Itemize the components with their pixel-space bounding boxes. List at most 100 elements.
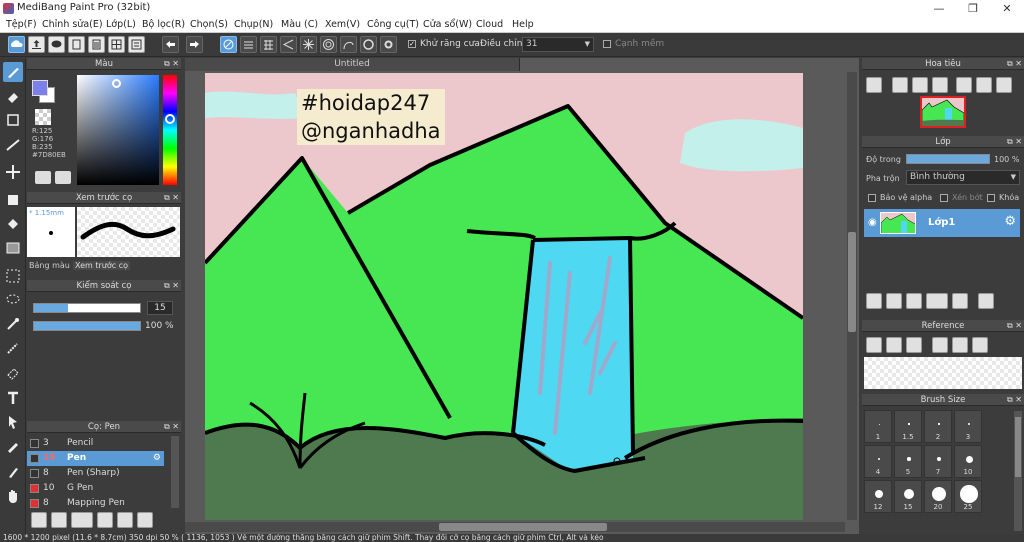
horizontal-scrollbar[interactable] — [185, 522, 845, 532]
panel-close-icon[interactable]: ⧉ ✕ — [164, 421, 179, 433]
circle-snap-icon[interactable] — [360, 36, 377, 53]
new-brush-icon[interactable] — [51, 512, 67, 528]
drawing-canvas[interactable]: #hoidap247 @nganhadha — [205, 73, 803, 520]
close-icon[interactable]: ✕ — [990, 0, 1024, 17]
tab-color-bar[interactable]: Bảng màu — [29, 261, 70, 270]
upload-icon[interactable] — [28, 36, 45, 53]
menu-tools[interactable]: Công cụ(T) — [367, 19, 419, 30]
document-tab[interactable]: Untitled — [185, 58, 520, 71]
menu-filter[interactable]: Bộ lọc(R) — [142, 19, 185, 30]
brush-size-option[interactable]: 20 — [924, 480, 952, 513]
minimize-icon[interactable]: — — [922, 0, 956, 17]
text-tool-icon[interactable] — [3, 388, 23, 408]
menu-edit[interactable]: Chỉnh sửa(E) — [42, 19, 103, 30]
menu-layer[interactable]: Lớp(L) — [106, 19, 136, 30]
folder-icon[interactable] — [117, 512, 133, 528]
copy-brush-icon[interactable] — [97, 512, 113, 528]
no-snap-icon[interactable] — [220, 36, 237, 53]
zoom-out-icon[interactable] — [932, 77, 948, 93]
cloud-icon[interactable] — [8, 36, 25, 53]
brush-item-pencil[interactable]: 3 Pencil — [27, 436, 164, 451]
reference-zoom-out-icon[interactable] — [972, 337, 988, 353]
panel-close-icon[interactable]: ⧉ ✕ — [164, 192, 179, 204]
eye-icon[interactable]: ◉ — [868, 217, 877, 228]
brush-size-option[interactable]: 15 — [894, 480, 922, 513]
panel-close-icon[interactable]: ⧉ ✕ — [164, 58, 179, 70]
menu-capture[interactable]: Chụp(N) — [234, 19, 273, 30]
saturation-value-picker[interactable] — [77, 75, 159, 185]
comment-icon[interactable] — [48, 36, 65, 53]
vertical-scrollbar[interactable] — [847, 72, 857, 520]
brush-item-pen[interactable]: 15 Pen ⚙ — [27, 451, 164, 466]
panel-close-icon[interactable]: ⧉ ✕ — [1007, 136, 1022, 148]
eyedropper-tool-icon[interactable] — [3, 436, 23, 456]
curve-snap-icon[interactable] — [340, 36, 357, 53]
rotate-right-icon[interactable] — [996, 77, 1012, 93]
export-icon[interactable] — [128, 36, 145, 53]
menu-window[interactable]: Cửa sổ(W) — [423, 19, 472, 30]
adjust-select[interactable]: 31 ▼ — [522, 37, 594, 52]
brush-size-scroll-thumb[interactable] — [1015, 417, 1021, 477]
settings-gear-icon[interactable] — [380, 36, 397, 53]
smooth-checkbox[interactable] — [603, 40, 611, 48]
primary-color-swatch[interactable] — [32, 80, 48, 96]
reference-close-icon[interactable] — [906, 337, 922, 353]
transparent-swatch[interactable] — [35, 109, 51, 125]
navigator-thumbnail[interactable] — [920, 96, 966, 128]
lock-checkbox[interactable] — [987, 194, 995, 202]
fit-icon[interactable] — [912, 77, 928, 93]
brush-size-option[interactable]: 4 — [864, 445, 892, 478]
vanish-point-icon[interactable] — [280, 36, 297, 53]
menu-help[interactable]: Help — [512, 19, 534, 30]
undo-icon[interactable] — [162, 36, 179, 53]
tab-brush-preview[interactable]: Xem trước cọ — [73, 261, 131, 270]
brush-item-mapping-pen[interactable]: 8 Mapping Pen — [27, 496, 164, 508]
rotate-left-icon[interactable] — [956, 77, 972, 93]
brush-size-option[interactable]: 7 — [924, 445, 952, 478]
reference-view[interactable] — [864, 357, 1022, 389]
brush-size-option[interactable]: 5 — [894, 445, 922, 478]
rectangle-tool-icon[interactable] — [3, 110, 23, 130]
move-tool-icon[interactable] — [3, 162, 23, 182]
layer-gear-icon[interactable]: ⚙ — [1004, 214, 1016, 229]
brush-gear-icon[interactable]: ⚙ — [153, 451, 161, 466]
dropper-tool-icon[interactable] — [3, 462, 23, 482]
brush-list-scrollbar[interactable] — [171, 436, 179, 508]
new-halftone-layer-icon[interactable] — [886, 293, 902, 309]
new-layer-icon[interactable] — [866, 293, 882, 309]
parallel-snap-icon[interactable] — [240, 36, 257, 53]
brush-size-option[interactable]: 1.5 — [894, 410, 922, 443]
panel-close-icon[interactable]: ⧉ ✕ — [1007, 320, 1022, 332]
reference-zoom-in-icon[interactable] — [932, 337, 948, 353]
operation-tool-icon[interactable] — [3, 412, 23, 432]
restore-icon[interactable]: ❐ — [956, 0, 990, 17]
duplicate-icon[interactable] — [137, 512, 153, 528]
menu-cloud[interactable]: Cloud — [476, 19, 503, 30]
horizontal-scroll-thumb[interactable] — [439, 523, 607, 531]
vertical-scroll-thumb[interactable] — [848, 232, 856, 332]
menu-view[interactable]: Xem(V) — [325, 19, 360, 30]
antialias-checkbox[interactable]: ✓ — [408, 40, 416, 48]
hue-slider[interactable] — [163, 75, 177, 185]
page-list-icon[interactable] — [88, 36, 105, 53]
reference-fit-icon[interactable] — [952, 337, 968, 353]
menu-file[interactable]: Tệp(F) — [6, 19, 37, 30]
add-layer-menu-icon[interactable] — [926, 293, 948, 309]
magic-wand-tool-icon[interactable] — [3, 314, 23, 334]
concentric-snap-icon[interactable] — [320, 36, 337, 53]
panel-close-icon[interactable]: ⧉ ✕ — [164, 280, 179, 292]
opacity-slider[interactable] — [33, 321, 141, 331]
brush-size-option[interactable]: 3 — [954, 410, 982, 443]
hand-tool-icon[interactable] — [3, 486, 23, 506]
panel-close-icon[interactable]: ⧉ ✕ — [1007, 394, 1022, 406]
brush-tool-icon[interactable] — [3, 62, 23, 82]
brush-item-g-pen[interactable]: 10 G Pen — [27, 481, 164, 496]
add-brush-icon[interactable] — [71, 512, 93, 528]
new-8bit-layer-icon[interactable] — [906, 293, 922, 309]
reference-cloud-icon[interactable] — [866, 337, 882, 353]
blend-select[interactable]: Bình thường ▼ — [906, 170, 1020, 185]
layer-opacity-slider[interactable] — [906, 154, 990, 164]
brush-size-scrollbar[interactable] — [1014, 411, 1022, 531]
brush-size-option[interactable]: 10 — [954, 445, 982, 478]
size-slider[interactable] — [33, 303, 141, 313]
